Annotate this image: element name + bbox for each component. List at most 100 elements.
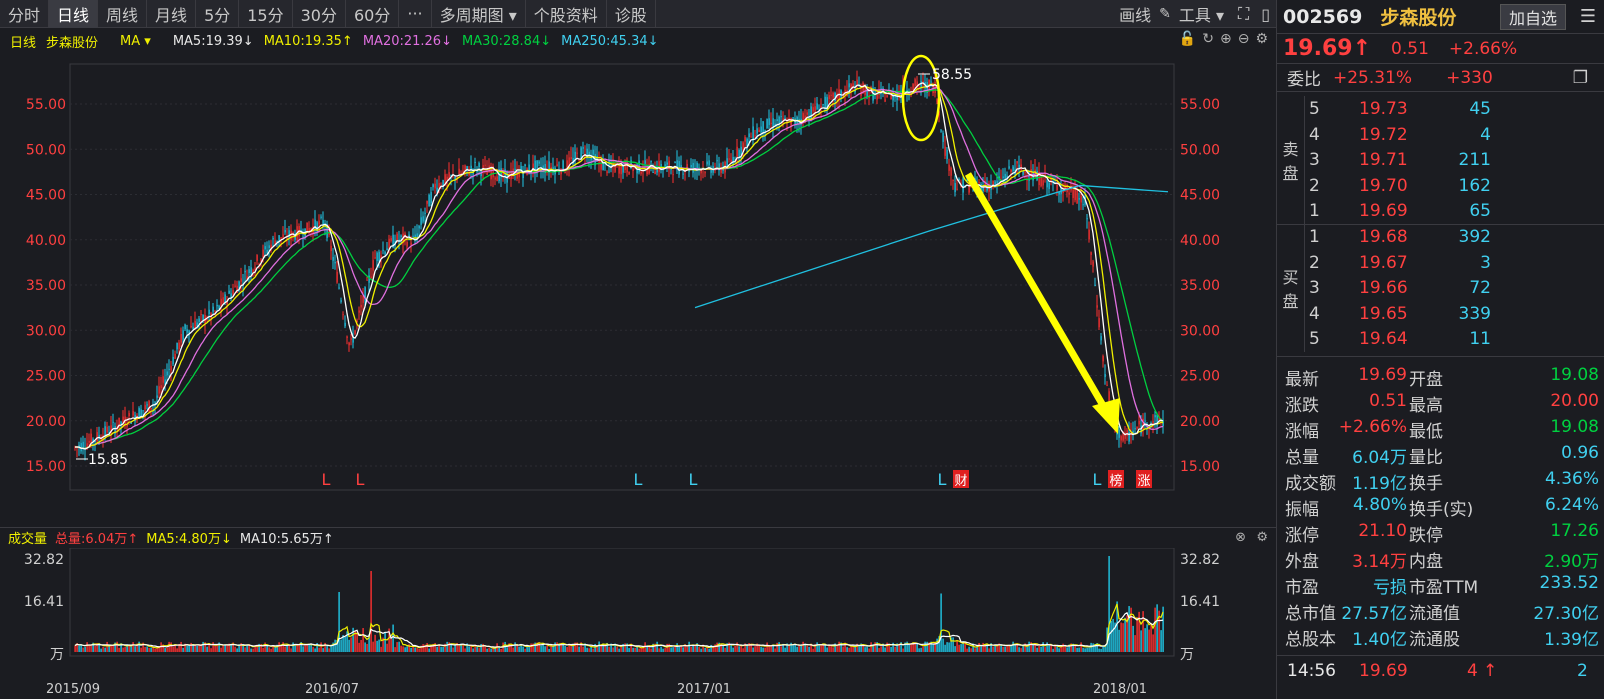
volume-bar: [1134, 635, 1136, 652]
tools-button[interactable]: 工具 ▾: [1171, 0, 1232, 28]
volume-chart[interactable]: 32.82 32.82 16.41 16.41 万 万: [0, 548, 1276, 680]
volume-bar: [154, 648, 156, 652]
candle-body: [802, 113, 804, 122]
tab-3[interactable]: 月线: [147, 0, 197, 28]
volume-bar: [164, 648, 166, 652]
ma30-line: [75, 89, 1164, 450]
candle-body: [146, 404, 148, 406]
y-tick-left: 45.00: [26, 188, 66, 204]
volume-bar: [386, 643, 388, 652]
volume-y-tick: 32.82: [24, 552, 64, 568]
candle-body: [1128, 432, 1130, 442]
volume-bar: [374, 634, 376, 652]
volume-bar: [770, 645, 772, 652]
tab-0[interactable]: 分时: [0, 0, 50, 28]
volume-bar: [516, 644, 518, 652]
buy-level-row[interactable]: 5 19.64 11: [1307, 326, 1597, 352]
tab-2[interactable]: 周线: [98, 0, 148, 28]
candle-body: [1068, 192, 1070, 195]
candle-body: [380, 255, 382, 258]
stat-label: 市盈: [1285, 578, 1319, 598]
chart-area[interactable]: 分时 日线 周线 月线 5分 15分 30分 60分 ··· 多周期图 ▾ 个股资料 诊股 画线 ✎ 工具 …: [0, 0, 1276, 699]
volume-ma10-line: [74, 611, 1164, 648]
candle-body: [644, 160, 646, 164]
sell-level-row[interactable]: 5 19.73 45: [1307, 96, 1597, 122]
close-icon[interactable]: ⊗: [1235, 530, 1246, 545]
buy-level-row[interactable]: 2 19.67 3: [1307, 250, 1597, 276]
volume-bar: [924, 641, 926, 652]
candle-body: [1008, 166, 1010, 169]
sell-level-row[interactable]: 4 19.72 4: [1307, 122, 1597, 148]
menu-icon[interactable]: ☰: [1580, 6, 1596, 27]
buy-level-row[interactable]: 3 19.66 72: [1307, 275, 1597, 301]
draw-line-button[interactable]: 画线: [1111, 0, 1159, 28]
candle-body: [112, 421, 114, 423]
volume-bar: [1052, 648, 1054, 652]
tab-6[interactable]: 30分: [293, 0, 346, 28]
tab-1[interactable]: 日线: [49, 0, 99, 28]
zoom-out-icon[interactable]: ⊖: [1238, 31, 1250, 47]
tab-4[interactable]: 5分: [196, 0, 240, 28]
settings-icon[interactable]: ⚙: [1256, 530, 1268, 545]
candle-body: [366, 279, 368, 281]
volume-bar: [118, 647, 120, 652]
panel-toggle-icon[interactable]: ▯: [1255, 5, 1276, 24]
volume-header: 成交量 总量:6.04万↑ MA5:4.80万↓ MA10:5.65万↑ ⊗ ⚙: [0, 527, 1276, 547]
event-marker: 榜: [1109, 473, 1122, 489]
volume-bar: [1120, 622, 1122, 652]
candle-body: [458, 168, 460, 175]
volume-bar: [1118, 629, 1120, 652]
volume-bar: [320, 642, 322, 652]
settings-icon[interactable]: ⚙: [1255, 31, 1268, 47]
volume-bar: [1038, 645, 1040, 652]
stat-value: 17.26: [1550, 521, 1599, 541]
volume-bar: [452, 647, 454, 652]
tab-7[interactable]: 60分: [346, 0, 400, 28]
volume-bar: [716, 642, 718, 652]
volume-bar: [402, 646, 404, 652]
candle-body: [378, 251, 380, 262]
volume-bar: [666, 643, 668, 652]
candle-body: [762, 121, 764, 134]
volume-bar: [364, 642, 366, 652]
volume-bar: [706, 647, 708, 652]
candle-body: [232, 290, 234, 295]
sell-level-row[interactable]: 2 19.70 162: [1307, 173, 1597, 199]
refresh-icon[interactable]: ↻: [1202, 31, 1214, 47]
buy-level-row[interactable]: 1 19.68 392: [1307, 224, 1597, 250]
volume-bar: [74, 645, 76, 652]
tab-5[interactable]: 15分: [239, 0, 293, 28]
volume-bar: [890, 646, 892, 652]
volume-bar: [932, 643, 934, 652]
tab-9[interactable]: 多周期图 ▾: [432, 0, 526, 28]
candle-body: [376, 252, 378, 261]
candle-body: [1152, 421, 1154, 423]
volume-bar: [946, 642, 948, 652]
zoom-in-icon[interactable]: ⊕: [1220, 31, 1232, 47]
fullscreen-icon[interactable]: ⛶: [1232, 4, 1255, 24]
tab-10[interactable]: 个股资料: [526, 0, 607, 28]
add-favorite-button[interactable]: 加自选: [1499, 4, 1566, 30]
buy-level-row[interactable]: 4 19.65 339: [1307, 301, 1597, 327]
sell-level-row[interactable]: 3 19.71 211: [1307, 147, 1597, 173]
lock-icon[interactable]: 🔓: [1179, 31, 1196, 47]
volume-bar: [908, 644, 910, 652]
sell-level-row[interactable]: 1 19.69 65: [1307, 198, 1597, 224]
stat-value: 6.04万: [1352, 448, 1407, 468]
candle-body: [354, 330, 356, 334]
copy-icon[interactable]: ❐: [1573, 68, 1588, 88]
date-label: 2018/01: [1093, 682, 1148, 697]
tab-8[interactable]: ···: [399, 0, 432, 28]
candle-body: [1118, 429, 1120, 438]
volume-bar: [176, 648, 178, 652]
volume-bar: [394, 647, 396, 652]
volume-bar: [578, 646, 580, 652]
tab-11[interactable]: 诊股: [607, 0, 656, 28]
volume-bar: [970, 648, 972, 652]
indicator-select[interactable]: MA ▾: [120, 34, 151, 49]
candle-body: [370, 276, 372, 279]
volume-bar: [936, 638, 938, 652]
candle-body: [1080, 195, 1082, 203]
volume-bar: [488, 647, 490, 652]
kline-chart[interactable]: 55.00 55.00 50.00 50.00 45.00 45.00 40.00 40.00…: [0, 54, 1276, 526]
